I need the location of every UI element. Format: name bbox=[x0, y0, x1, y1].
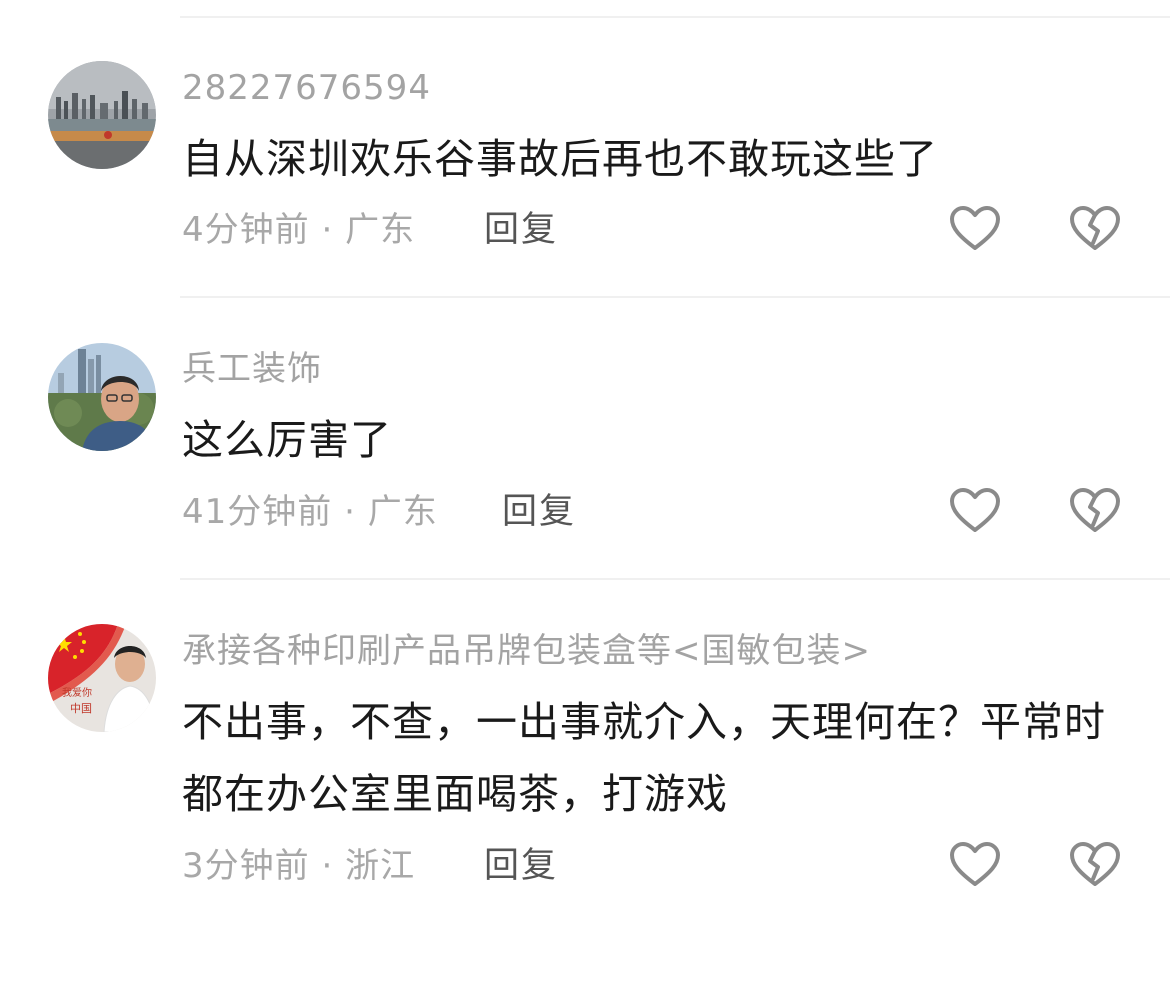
dislike-button[interactable] bbox=[1069, 841, 1121, 889]
avatar[interactable] bbox=[48, 343, 156, 451]
reply-button[interactable]: 回复 bbox=[484, 208, 558, 252]
comment-text: 不出事，不查，一出事就介入，天理何在？平常时都在办公室里面喝茶，打游戏 bbox=[182, 698, 1106, 818]
comment-text: 自从深圳欢乐谷事故后再也不敢玩这些了 bbox=[182, 135, 938, 183]
like-button[interactable] bbox=[949, 205, 1001, 253]
timestamp: 3分钟前 bbox=[182, 846, 310, 886]
meta-separator: · bbox=[344, 492, 356, 532]
comment-meta: 3分钟前 · 浙江 bbox=[182, 844, 415, 888]
meta-separator: · bbox=[321, 210, 334, 250]
heart-outline-icon bbox=[950, 842, 1000, 886]
meta-separator: · bbox=[321, 846, 334, 886]
username[interactable]: 承接各种印刷产品吊牌包装盒等<国敏包装> bbox=[182, 631, 871, 671]
comment-meta: 4分钟前 · 广东 bbox=[182, 208, 415, 252]
username[interactable]: 兵工装饰 bbox=[182, 349, 322, 389]
svg-text:我爱你: 我爱你 bbox=[62, 686, 92, 699]
location: 浙江 bbox=[345, 846, 416, 886]
location: 广东 bbox=[345, 210, 416, 250]
like-button[interactable] bbox=[949, 487, 1001, 535]
timestamp: 4分钟前 bbox=[182, 210, 310, 250]
top-divider bbox=[180, 16, 1170, 18]
comment-text: 这么厉害了 bbox=[182, 416, 392, 464]
broken-heart-icon bbox=[1070, 488, 1120, 532]
man-portrait-avatar bbox=[48, 343, 156, 451]
flag-portrait-avatar: 我爱你 中国 bbox=[48, 624, 156, 732]
like-button[interactable] bbox=[949, 841, 1001, 889]
heart-outline-icon bbox=[950, 206, 1000, 250]
reply-button[interactable]: 回复 bbox=[502, 490, 576, 534]
comment-meta: 41分钟前 · 广东 bbox=[182, 490, 438, 534]
comment-divider bbox=[180, 578, 1170, 580]
comment-divider bbox=[180, 296, 1170, 298]
broken-heart-icon bbox=[1070, 842, 1120, 886]
city-skyline-avatar bbox=[48, 61, 156, 169]
username[interactable]: 28227676594 bbox=[182, 68, 431, 108]
timestamp: 41分钟前 bbox=[182, 492, 333, 532]
location: 广东 bbox=[367, 492, 438, 532]
reply-button[interactable]: 回复 bbox=[484, 844, 558, 888]
svg-text:中国: 中国 bbox=[70, 702, 92, 715]
dislike-button[interactable] bbox=[1069, 205, 1121, 253]
heart-outline-icon bbox=[950, 488, 1000, 532]
dislike-button[interactable] bbox=[1069, 487, 1121, 535]
avatar[interactable]: 我爱你 中国 bbox=[48, 624, 156, 732]
avatar[interactable] bbox=[48, 61, 156, 169]
broken-heart-icon bbox=[1070, 206, 1120, 250]
